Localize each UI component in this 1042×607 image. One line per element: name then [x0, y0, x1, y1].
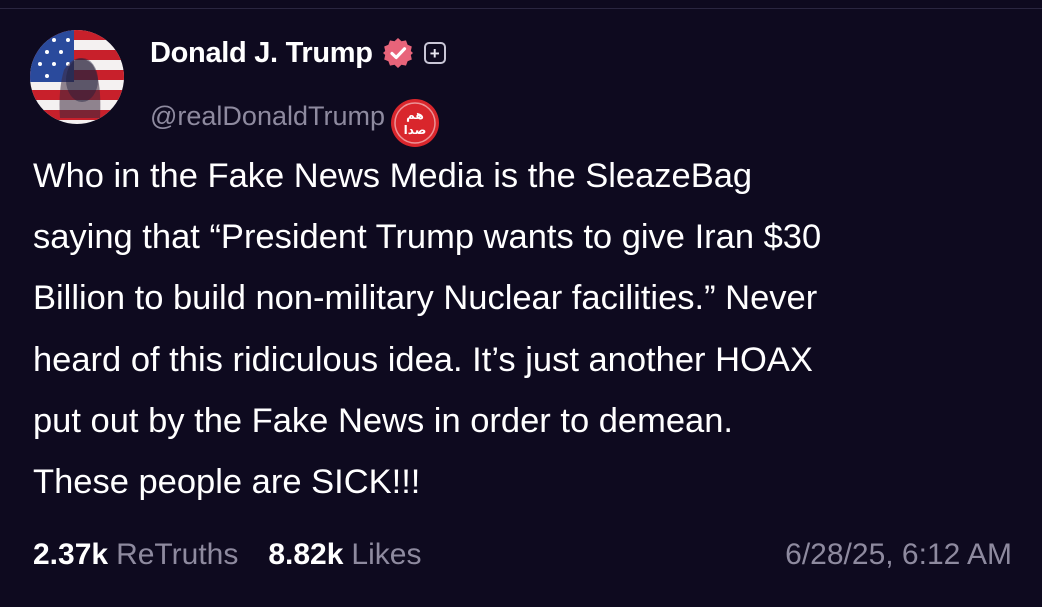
retruths-count: 2.37k [33, 538, 109, 571]
plus-badge-icon: + [423, 42, 446, 64]
flag-portrait-avatar-icon [30, 30, 124, 124]
author-name-row: Donald J. Trump + [150, 36, 446, 70]
retruths-stat[interactable]: 2.37k ReTruths [33, 538, 238, 572]
author-handle-row: @realDonaldTrump هم صدا [150, 83, 441, 149]
post-footer: 2.37k ReTruths 8.82k Likes 6/28/25, 6:12… [33, 533, 1012, 577]
svg-text:صدا: صدا [404, 123, 427, 137]
post-timestamp[interactable]: 6/28/25, 6:12 AM [785, 538, 1012, 572]
author-display-name[interactable]: Donald J. Trump [150, 37, 373, 70]
retruths-label: ReTruths [116, 538, 239, 571]
author-handle[interactable]: @realDonaldTrump [150, 101, 385, 132]
likes-stat[interactable]: 8.82k Likes [268, 538, 421, 572]
top-divider [0, 0, 1042, 9]
verified-badge-icon [382, 37, 414, 69]
post-body-text: Who in the Fake News Media is the Sleaze… [33, 157, 822, 502]
avatar[interactable] [30, 30, 124, 124]
svg-text:هم: هم [406, 108, 424, 122]
likes-count: 8.82k [268, 538, 344, 571]
channel-watermark-logo: هم صدا [391, 99, 439, 147]
likes-label: Likes [351, 538, 422, 571]
